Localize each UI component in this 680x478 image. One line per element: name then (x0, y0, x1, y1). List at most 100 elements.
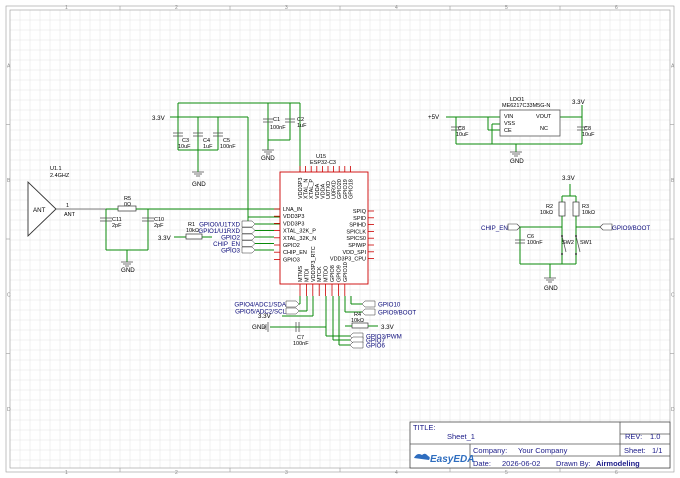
c10-value: 2pF (154, 223, 164, 229)
row-label-left: D (7, 407, 11, 413)
r2-value: 10kΩ (540, 210, 553, 216)
net-boot-sw[interactable]: GPIO9/BOOT (599, 223, 650, 232)
antenna-ref: U1.1 (50, 166, 62, 172)
date-label: Date: (473, 459, 491, 468)
svg-text:EasyEDA: EasyEDA (430, 454, 474, 465)
svg-text:GPIO9/BOOT: GPIO9/BOOT (378, 310, 416, 317)
svg-text:GPIO10: GPIO10 (378, 302, 401, 309)
r4-value: 10kΩ (351, 318, 364, 324)
u15-pin-right: SPICS0 (346, 236, 366, 242)
net-label-bottom-left[interactable]: GPIO5/ADC2/SCL (235, 307, 300, 316)
ldo-pin-vin: VIN (504, 114, 513, 120)
c2-value: 1uF (297, 123, 307, 129)
u15-pin-left: GPIO2 (283, 243, 300, 249)
col-label-bottom: 2 (175, 470, 178, 476)
u15-pin-left: CHIP_EN (283, 250, 307, 256)
company-label: Company: (473, 446, 507, 455)
r5-resistor[interactable] (117, 205, 137, 212)
switch-section: 3.3V R2 10kΩ R3 10kΩ C6 100nF SW2 SW1 GN… (481, 175, 650, 292)
sw2-label: SW2 (562, 240, 574, 246)
antenna-symbol-label: ANT (33, 207, 46, 214)
c6-value: 100nF (527, 240, 543, 246)
gnd-label-sw: GND (544, 285, 558, 292)
drawn-value: Airmodeling (596, 459, 640, 468)
row-label-left: A (7, 63, 11, 69)
antenna-pin-name: ANT (64, 212, 76, 218)
ldo-value: ME6217C33M5G-N (502, 103, 550, 109)
c4-value: 1uF (203, 144, 213, 150)
col-label-bottom: 3 (285, 470, 288, 476)
u15-pin-right: VDD_SPI (342, 250, 366, 256)
schematic-canvas: 1 1 2 2 3 3 4 4 5 5 6 6 A A B B C C D D U1.1 2.4GHZ ANT 1 A… (5, 5, 675, 476)
sheet-label: Sheet: (624, 446, 646, 455)
row-label-right: A (671, 63, 675, 69)
ldo-pin-vout: VOUT (536, 114, 552, 120)
ldo-pin-vss: VSS (504, 121, 515, 127)
sw1-label: SW1 (580, 240, 592, 246)
c7-value: 100nF (293, 341, 309, 347)
col-label-top: 4 (395, 5, 398, 11)
col-label-top: 1 (65, 5, 68, 11)
gnd-label-c7: GND (252, 324, 266, 331)
date-value: 2026-06-02 (502, 459, 540, 468)
u15-pin-right: SPIWP (348, 243, 366, 249)
u15-pin-bottom: MTMS (298, 265, 304, 282)
col-label-top: 5 (505, 5, 508, 11)
u15-pin-bottom: VDD3P3_RTC (311, 246, 317, 282)
u15-pin-bottom: MTDO (324, 265, 330, 282)
v33-label-ldo: 3.3V (572, 99, 586, 106)
r3-value: 10kΩ (582, 210, 595, 216)
v33-label-r1: 3.3V (158, 235, 172, 242)
ldo-pin-nc: NC (540, 126, 548, 132)
gnd-label-ant: GND (121, 267, 135, 274)
left-net-labels: GPIO0/U1TXDGPIO1/U1RXDGPIO2CHIP_ENGPIO3 (198, 220, 274, 255)
sheet-value: 1/1 (652, 446, 662, 455)
row-label-left: B (7, 178, 11, 184)
r3-resistor[interactable] (572, 201, 580, 217)
rev-label: REV: (625, 432, 642, 441)
u15-pin-top: GPIO18 (348, 179, 354, 199)
col-label-bottom: 1 (65, 470, 68, 476)
u15-pin-right: SPIQ (353, 209, 367, 215)
gnd-label-c1: GND (261, 155, 275, 162)
u15-pin-bottom: MTCK (317, 266, 323, 282)
r2-resistor[interactable] (558, 201, 566, 217)
title-block: TITLE: Sheet_1 REV: 1.0 Company: Your Co… (409, 421, 671, 469)
u15-esp32c3[interactable]: U15 ESP32-C3 LNA_INVDD3P3VDD3P3XTAL_32K_… (274, 154, 374, 296)
row-label-right: B (671, 178, 675, 184)
row-label-right: D (671, 407, 675, 413)
svg-text:GPIO3: GPIO3 (221, 248, 240, 255)
v33-label-sw: 3.3V (562, 175, 576, 182)
u15-pin-left: VDD3P3 (283, 214, 304, 220)
gnd-label-ldo: GND (510, 158, 524, 165)
u15-pin-left: VDD3P3 (283, 221, 304, 227)
net-label-bottom-right[interactable]: GPIO10 (361, 300, 401, 309)
net-chip-en-sw[interactable]: CHIP_EN (481, 223, 521, 232)
ldo-pin-ce: CE (504, 128, 512, 134)
antenna-pin-num: 1 (66, 203, 69, 209)
r1-value: 10kΩ (186, 228, 199, 234)
gnd-symbol-c1 (262, 149, 274, 155)
net-label-bottom-right[interactable]: GPIO6 (349, 341, 385, 350)
net-label-bottom-left[interactable]: GPIO4/ADC1/SDA (234, 300, 300, 309)
c8b-value: 10uF (582, 132, 595, 138)
v33-label-top: 3.3V (152, 115, 166, 122)
u15-pin-bottom: GPIO8 (330, 265, 336, 282)
svg-text:GPIO6: GPIO6 (366, 343, 385, 350)
u15-pin-left: XTAL_32K_P (283, 229, 316, 235)
svg-text:GPIO5/ADC2/SCL: GPIO5/ADC2/SCL (235, 309, 286, 316)
col-label-bottom: 6 (615, 470, 618, 476)
u15-pin-right: VDD3P3_CPU (330, 257, 366, 263)
u15-pin-right: SPICLK (346, 229, 366, 235)
gnd-label-c3: GND (192, 181, 206, 188)
r1-resistor[interactable] (185, 233, 203, 240)
u15-pin-right: SPIHD (349, 223, 366, 229)
svg-text:CHIP_EN: CHIP_EN (481, 225, 508, 232)
title-label: TITLE: (413, 423, 436, 432)
sheet-title: Sheet_1 (447, 432, 475, 441)
v33-label-r4: 3.3V (381, 324, 395, 331)
c1-ref: C1 (273, 117, 280, 123)
svg-text:GPIO9/BOOT: GPIO9/BOOT (612, 225, 650, 232)
u15-top-pins: VDD3P3 XTAL_N XTAL_P VDDA VDDA U0TXD U0RXD GPIO… (298, 166, 354, 199)
u15-pin-left: XTAL_32K_N (283, 236, 316, 242)
